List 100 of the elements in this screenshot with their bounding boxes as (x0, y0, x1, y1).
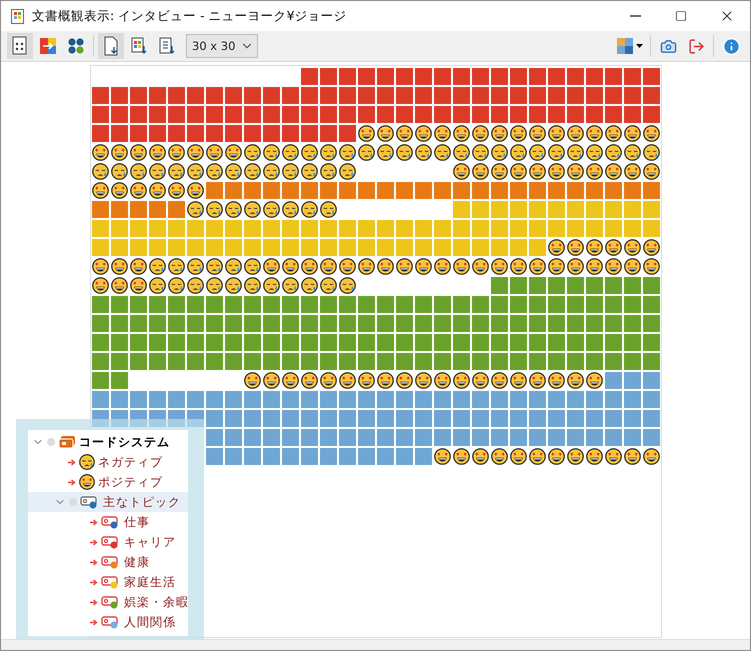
star-struck-face-icon (396, 372, 412, 389)
tree-row-highlight[interactable]: 主なトピック (28, 492, 188, 512)
sad-tear-face-icon (282, 144, 298, 161)
star-struck-face-icon (566, 125, 584, 142)
star-struck-face-icon (186, 182, 204, 199)
star-struck-face-icon (624, 258, 640, 275)
sad-tear-face-icon (604, 144, 622, 161)
star-struck-face-icon (376, 258, 394, 275)
arrow-icon (90, 538, 98, 546)
arrow-icon (68, 458, 76, 466)
status-dot-icon (47, 438, 55, 446)
code-label[interactable]: 家庭生活 (124, 574, 176, 590)
star-struck-face-icon (434, 448, 450, 465)
sad-tear-face-icon (300, 163, 318, 180)
exit-icon (688, 38, 704, 54)
code-label[interactable]: ネガティブ (98, 454, 163, 470)
sad-tear-face-icon (282, 277, 298, 294)
sad-tear-face-icon (224, 258, 242, 275)
star-struck-face-icon (472, 372, 488, 389)
arrow-icon (90, 578, 98, 586)
sad-tear-face-icon (244, 201, 260, 218)
sad-tear-face-icon (244, 258, 260, 275)
document-down-button[interactable] (98, 33, 124, 59)
code-label[interactable]: キャリア (124, 534, 176, 550)
sad-tear-face-icon (642, 144, 660, 161)
sad-tear-face-icon (168, 163, 184, 180)
star-struck-face-icon (566, 258, 584, 275)
star-struck-face-icon (490, 258, 508, 275)
sad-tear-face-icon (206, 163, 222, 180)
code-label[interactable]: 娯楽・余暇 (124, 594, 189, 610)
star-struck-face-icon (528, 372, 546, 389)
sad-tear-face-icon (586, 144, 602, 161)
sad-tear-face-icon (262, 163, 280, 180)
star-struck-face-icon (624, 125, 640, 142)
star-struck-face-icon (604, 163, 622, 180)
sad-tear-face-icon (224, 163, 242, 180)
sad-tear-face-icon (396, 144, 412, 161)
star-struck-face-icon (168, 144, 184, 161)
sad-tear-face-icon (148, 258, 166, 275)
star-struck-face-icon (414, 125, 432, 142)
code-label[interactable]: 健康 (124, 554, 150, 570)
star-struck-face-icon (566, 163, 584, 180)
sad-tear-face-icon (300, 201, 318, 218)
star-struck-face-icon (548, 258, 564, 275)
star-struck-face-icon (130, 144, 146, 161)
sad-tear-face-icon (528, 144, 546, 161)
sad-tear-face-icon (148, 277, 166, 294)
dice-document-icon (11, 36, 29, 56)
sad-tear-face-icon (262, 144, 280, 161)
star-struck-face-icon (528, 163, 546, 180)
star-struck-face-icon (510, 163, 526, 180)
code-label[interactable]: 仕事 (124, 514, 150, 530)
color-document-icon (130, 36, 148, 56)
star-struck-face-icon (434, 258, 450, 275)
camera-icon (660, 38, 676, 54)
sad-tear-face-icon (148, 163, 166, 180)
code-label[interactable]: 主なトピック (103, 494, 181, 510)
star-struck-face-icon (262, 372, 280, 389)
maximize-icon (675, 10, 687, 22)
sad-tear-face-icon (548, 144, 564, 161)
star-struck-face-icon (452, 125, 470, 142)
sad-tear-face-icon (186, 201, 204, 218)
sad-tear-face-icon (452, 144, 470, 161)
star-struck-face-icon (110, 144, 128, 161)
size-select[interactable]: 30 x 30 (186, 34, 258, 58)
sad-tear-face-icon (358, 144, 374, 161)
star-struck-face-icon (376, 125, 394, 142)
swap-colors-icon (39, 37, 57, 55)
arrow-icon (90, 598, 98, 606)
sad-tear-face-icon (206, 277, 222, 294)
star-struck-face-icon (79, 474, 95, 490)
sad-tear-face-icon (338, 277, 356, 294)
star-struck-face-icon (414, 258, 432, 275)
sad-tear-face-icon (168, 258, 184, 275)
sad-tear-face-icon (262, 277, 280, 294)
star-struck-face-icon (490, 163, 508, 180)
code-label[interactable]: コードシステム (79, 434, 170, 450)
sad-tear-face-icon (206, 258, 222, 275)
sad-tear-face-icon (376, 144, 394, 161)
star-struck-face-icon (338, 258, 356, 275)
sad-tear-face-icon (624, 144, 640, 161)
arrow-icon (68, 478, 76, 486)
sad-tear-face-icon (566, 144, 584, 161)
code-label[interactable]: 人間関係 (124, 614, 176, 630)
star-struck-face-icon (624, 239, 640, 256)
sad-tear-face-icon (300, 277, 318, 294)
code-system-icon (58, 436, 76, 448)
star-struck-face-icon (110, 258, 128, 275)
sad-tear-face-icon (186, 258, 204, 275)
star-struck-face-icon (510, 258, 526, 275)
star-struck-face-icon (130, 258, 146, 275)
star-struck-face-icon (566, 239, 584, 256)
star-struck-face-icon (566, 448, 584, 465)
code-label[interactable]: ポジティブ (98, 474, 163, 490)
star-struck-face-icon (358, 258, 374, 275)
star-struck-face-icon (528, 448, 546, 465)
sad-tear-face-icon (244, 277, 260, 294)
star-struck-face-icon (548, 125, 564, 142)
dice-view-button[interactable] (7, 33, 33, 59)
star-struck-face-icon (168, 182, 184, 199)
